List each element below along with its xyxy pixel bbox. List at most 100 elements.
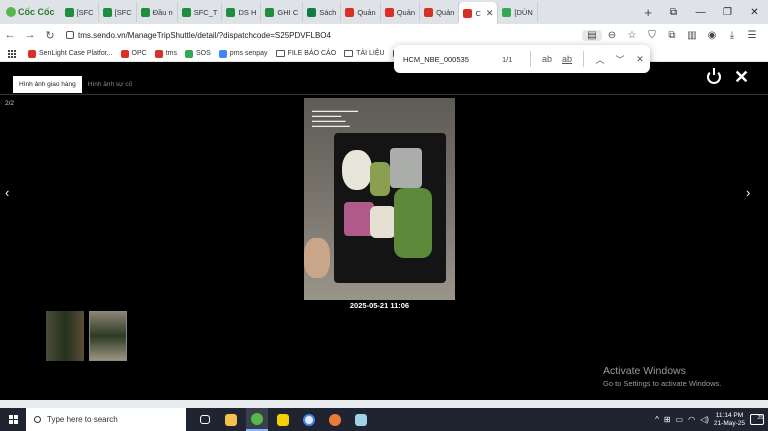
find-bar: HCM_NBE_000535 1/1 ab ab ︿ ﹀ ✕ xyxy=(394,45,650,73)
bookmark-item[interactable]: SOS xyxy=(185,49,211,58)
address-bar: ← → ↻ tms.sendo.vn/ManageTripShuttle/det… xyxy=(0,24,768,46)
bookmark-item[interactable]: TÀI LIỆU xyxy=(344,50,385,57)
whole-word-button[interactable]: ab xyxy=(557,54,577,64)
new-tab-button[interactable]: + xyxy=(636,5,660,20)
notes-app-icon[interactable] xyxy=(350,408,372,431)
sidebar-icon[interactable]: ▥ xyxy=(682,30,702,41)
browser-tab[interactable]: GHI C xyxy=(261,2,304,22)
find-divider xyxy=(583,51,584,67)
tab-incident-images[interactable]: Hình ảnh sự cố xyxy=(82,76,138,93)
tab-favicon-icon xyxy=(140,7,150,17)
browser-tab-bar: Cốc Cốc [SFC [SFC Đầu n SFC_T DS H GHI C Sách Q… xyxy=(0,0,768,24)
tab-favicon-icon xyxy=(384,7,394,17)
clock[interactable]: 11:14 PM 21-May-25 xyxy=(714,412,745,428)
start-button[interactable] xyxy=(0,415,26,424)
bookmark-item[interactable]: OPC xyxy=(120,49,147,58)
bookmark-item[interactable]: FILE BÁO CÁO xyxy=(275,50,336,57)
download-icon[interactable]: ⤓ xyxy=(722,30,742,41)
browser-tab[interactable]: Sách xyxy=(303,2,342,22)
apps-grid-icon[interactable] xyxy=(8,49,16,58)
find-input[interactable]: HCM_NBE_000535 xyxy=(394,55,502,64)
zoom-icon[interactable]: ⊖ xyxy=(602,30,622,41)
chevron-up-icon[interactable]: ^ xyxy=(655,415,659,424)
bookmark-label: TÀI LIỆU xyxy=(356,50,385,57)
sticky-notes-icon[interactable] xyxy=(272,408,294,431)
close-viewer-icon[interactable]: ✕ xyxy=(734,67,749,88)
extensions-icon[interactable]: ⧉ xyxy=(662,30,682,41)
previous-match-icon[interactable]: ︿ xyxy=(590,53,610,66)
find-in-page-icon[interactable]: ▤ xyxy=(582,29,602,41)
bookmark-item[interactable]: pms senpay xyxy=(218,49,268,58)
tab-label: [DÙN xyxy=(514,7,533,17)
next-image-icon[interactable]: › xyxy=(746,185,750,200)
bookmark-label: SOS xyxy=(196,50,211,57)
browser-tab[interactable]: C ✕ xyxy=(459,2,499,24)
back-button[interactable]: ← xyxy=(0,29,20,41)
tab-label: Sách xyxy=(319,7,337,17)
browser-tab[interactable]: Quản xyxy=(420,2,460,22)
chrome-icon[interactable] xyxy=(298,408,320,431)
match-case-button[interactable]: ab xyxy=(537,54,557,64)
tab-delivery-images[interactable]: Hình ảnh giao hàng xyxy=(13,76,82,93)
bookmark-favicon-icon xyxy=(154,49,163,58)
profile-icon[interactable]: ◉ xyxy=(702,30,722,41)
tab-label: Quản xyxy=(396,7,416,17)
browser-tab[interactable]: [SFC xyxy=(99,2,137,22)
bookmark-favicon-icon xyxy=(218,49,227,58)
shield-icon[interactable]: ⛉ xyxy=(642,30,662,41)
thumbnail-2[interactable] xyxy=(89,311,127,361)
tab-search-icon[interactable]: ⧉ xyxy=(660,7,687,18)
forward-button[interactable]: → xyxy=(20,29,40,41)
previous-image-icon[interactable]: ‹ xyxy=(5,185,9,200)
tab-label: Quản xyxy=(436,7,455,17)
find-match-count: 1/1 xyxy=(502,54,513,64)
file-explorer-icon[interactable] xyxy=(220,408,242,431)
browser-tab[interactable]: Quản xyxy=(381,2,421,22)
browser-tab[interactable]: [DÙN xyxy=(498,2,538,22)
browser-tab[interactable]: Quản xyxy=(341,2,381,22)
volume-icon[interactable]: ◁) xyxy=(700,415,709,424)
bookmark-favicon-icon xyxy=(120,49,129,58)
bookmark-item[interactable]: SenLight Case Platfor... xyxy=(28,49,113,58)
photo-timestamp: 2025-05-21 11:06 xyxy=(349,301,410,310)
browser-tab[interactable]: DS H xyxy=(222,2,262,22)
app-icon[interactable] xyxy=(324,408,346,431)
delivery-photo: ▬▬▬▬▬▬▬▬▬▬▬ ▬▬▬▬▬▬▬ ▬▬▬▬▬▬▬▬ ▬▬▬▬▬▬▬▬▬ xyxy=(304,98,455,300)
thumbnail-1[interactable] xyxy=(46,311,84,361)
notification-icon[interactable]: 25 xyxy=(750,414,764,425)
rotate-icon[interactable] xyxy=(707,68,721,84)
tab-favicon-icon xyxy=(345,7,355,17)
coccoc-logo[interactable]: Cốc Cốc xyxy=(0,0,61,24)
site-info-icon[interactable] xyxy=(66,31,74,39)
tab-label: Quản xyxy=(357,7,376,17)
task-view-icon[interactable] xyxy=(194,408,216,431)
bookmark-favicon-icon xyxy=(185,49,193,58)
close-find-icon[interactable]: ✕ xyxy=(630,54,650,65)
reload-button[interactable]: ↻ xyxy=(40,29,60,42)
find-divider xyxy=(530,51,531,67)
close-tab-icon[interactable]: ✕ xyxy=(486,8,494,19)
menu-icon[interactable]: ☰ xyxy=(742,30,762,41)
keyboard-icon[interactable]: ▭ xyxy=(676,415,684,424)
browser-tab[interactable]: Đầu n xyxy=(137,2,178,22)
browser-tab[interactable]: [SFC xyxy=(61,2,99,22)
close-window-button[interactable]: ✕ xyxy=(741,7,768,18)
system-tray: ^ ⊞ ▭ ◠ ◁) 11:14 PM 21-May-25 25 xyxy=(655,412,768,428)
taskbar-search[interactable]: Type here to search xyxy=(26,408,186,431)
coccoc-taskbar-icon[interactable] xyxy=(246,408,268,431)
wifi-icon[interactable]: ◠ xyxy=(688,415,695,424)
minimize-button[interactable]: — xyxy=(687,7,714,18)
next-match-icon[interactable]: ﹀ xyxy=(610,53,630,66)
url-field[interactable]: tms.sendo.vn/ManageTripShuttle/detail/?d… xyxy=(66,31,582,40)
bookmark-item[interactable]: tms xyxy=(154,49,177,58)
network-icon[interactable]: ⊞ xyxy=(664,415,671,424)
restore-button[interactable]: ❐ xyxy=(714,7,741,18)
bookmark-star-icon[interactable]: ☆ xyxy=(622,30,642,41)
bookmarks-bar: SenLight Case Platfor... OPC tms SOS pms sen… xyxy=(0,46,768,62)
window-controls: ⧉ — ❐ ✕ xyxy=(660,0,768,24)
folder-icon xyxy=(344,50,354,57)
bookmark-label: OPC xyxy=(131,50,147,57)
browser-tab[interactable]: SFC_T xyxy=(178,2,223,22)
windows-taskbar: Type here to search ^ ⊞ ▭ ◠ ◁) 11:14 PM … xyxy=(0,408,768,431)
bookmark-label: tms xyxy=(165,50,177,57)
